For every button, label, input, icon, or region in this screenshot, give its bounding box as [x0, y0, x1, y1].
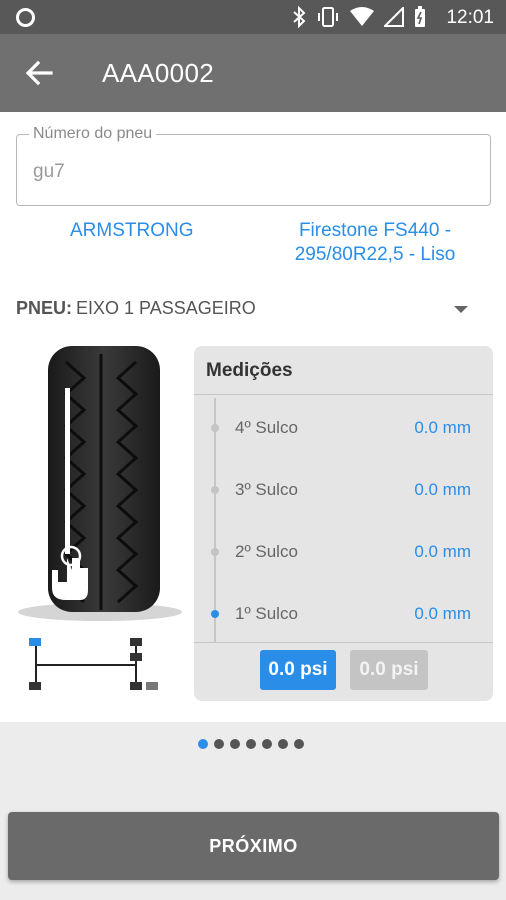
page-indicator	[198, 739, 304, 749]
timeline-dot	[211, 486, 219, 494]
page-dot-active[interactable]	[198, 739, 208, 749]
psi-button-secondary[interactable]: 0.0 psi	[350, 650, 428, 690]
measurement-value: 0.0 mm	[414, 480, 471, 499]
measurement-label: 3º Sulco	[235, 480, 298, 499]
page-dot[interactable]	[278, 739, 288, 749]
app-bar: AAA0002	[0, 34, 506, 112]
circle-icon	[16, 8, 35, 27]
status-icons	[292, 6, 426, 28]
page-dot[interactable]	[294, 739, 304, 749]
divider	[194, 642, 493, 643]
timeline-dot	[211, 548, 219, 556]
measurement-value: 0.0 mm	[414, 604, 471, 623]
page-dot[interactable]	[262, 739, 272, 749]
measurements-card: Medições 4º Sulco 0.0 mm 3º Sulco 0.0 mm…	[194, 346, 493, 701]
tire-image	[18, 346, 182, 621]
tire-number-input[interactable]	[33, 161, 463, 183]
tire-number-field[interactable]: Número do pneu	[16, 125, 491, 206]
measurements-title: Medições	[206, 360, 293, 381]
wifi-icon	[350, 7, 374, 26]
back-button[interactable]	[22, 56, 56, 90]
measurement-value: 0.0 mm	[414, 542, 471, 561]
divider	[194, 394, 493, 395]
axle-diagram	[29, 638, 158, 690]
measurement-label: 2º Sulco	[235, 542, 298, 561]
psi-button-primary[interactable]: 0.0 psi	[260, 650, 336, 690]
tire-position-value: EIXO 1 PASSAGEIRO	[76, 298, 256, 318]
vibrate-icon	[318, 7, 338, 27]
tire-position-dropdown[interactable]: PNEU: EIXO 1 PASSAGEIRO	[16, 298, 476, 326]
page-dot[interactable]	[214, 739, 224, 749]
page-dot[interactable]	[230, 739, 240, 749]
main-content: Número do pneu ARMSTRONG Firestone FS440…	[0, 112, 506, 722]
bluetooth-icon	[293, 6, 306, 28]
arrow-back-icon	[25, 60, 53, 86]
tire-position-key: PNEU:	[16, 298, 73, 318]
battery-icon	[415, 6, 425, 27]
timeline-dot	[211, 424, 219, 432]
dropdown-arrow-icon	[454, 306, 468, 313]
measurement-value: 0.0 mm	[414, 418, 471, 437]
measurement-row-2[interactable]: 2º Sulco 0.0 mm	[194, 532, 493, 572]
status-bar: 12:01	[0, 0, 506, 34]
measurement-label: 1º Sulco	[235, 604, 298, 623]
measurement-label: 4º Sulco	[235, 418, 298, 437]
measurement-row-4[interactable]: 4º Sulco 0.0 mm	[194, 408, 493, 448]
page-dot[interactable]	[246, 739, 256, 749]
measurement-row-3[interactable]: 3º Sulco 0.0 mm	[194, 470, 493, 510]
timeline-dot-active	[211, 610, 219, 618]
status-time: 12:01	[446, 7, 494, 28]
signal-icon	[384, 7, 404, 27]
tire-brand: ARMSTRONG	[70, 220, 194, 241]
page-title: AAA0002	[102, 58, 214, 88]
next-button[interactable]: PRÓXIMO	[8, 812, 499, 880]
measurement-row-1[interactable]: 1º Sulco 0.0 mm	[194, 594, 493, 634]
tire-model: Firestone FS440 - 295/80R22,5 - Liso	[294, 220, 456, 265]
tire-number-label: Número do pneu	[29, 125, 157, 143]
